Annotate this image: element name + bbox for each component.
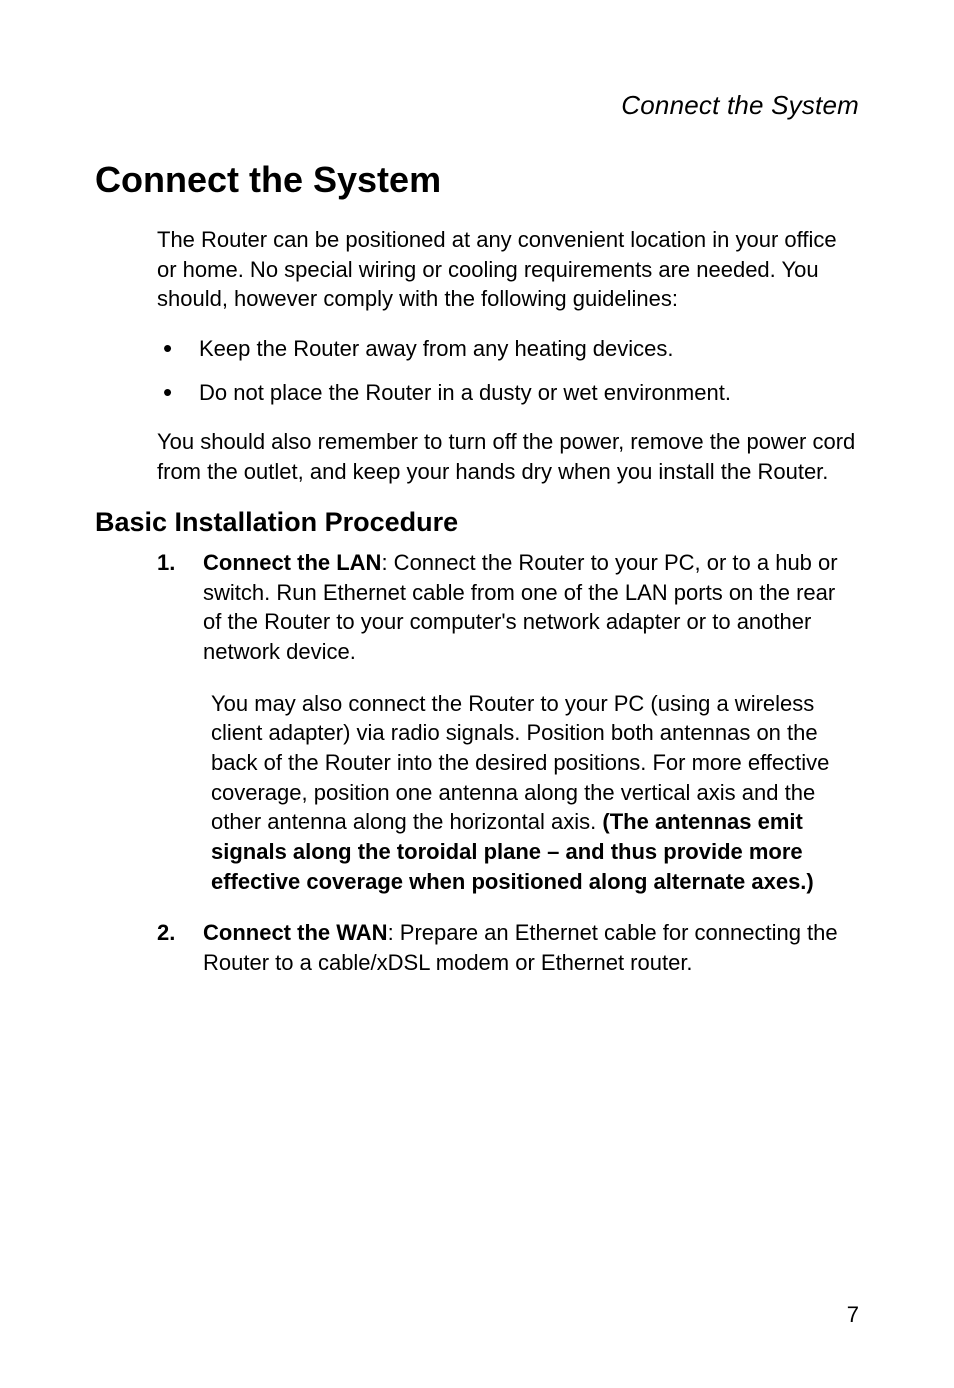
intro-paragraph: The Router can be positioned at any conv…	[157, 225, 859, 314]
steps-block: 1. Connect the LAN: Connect the Router t…	[157, 548, 859, 978]
installation-steps: 1. Connect the LAN: Connect the Router t…	[157, 548, 859, 978]
step-lead: Connect the LAN	[203, 550, 381, 575]
post-bullets-paragraph: You should also remember to turn off the…	[157, 427, 859, 486]
running-head: Connect the System	[95, 90, 859, 121]
intro-block: The Router can be positioned at any conv…	[157, 225, 859, 487]
step-sub: You may also connect the Router to your …	[211, 689, 859, 897]
list-item: 1. Connect the LAN: Connect the Router t…	[157, 548, 859, 897]
page-number: 7	[847, 1302, 859, 1328]
page: Connect the System Connect the System Th…	[0, 0, 954, 1388]
step-number: 1.	[157, 548, 175, 578]
list-item: 2. Connect the WAN: Prepare an Ethernet …	[157, 918, 859, 977]
page-title: Connect the System	[95, 159, 859, 201]
list-item: Do not place the Router in a dusty or we…	[157, 378, 859, 408]
step-lead: Connect the WAN	[203, 920, 388, 945]
guideline-bullets: Keep the Router away from any heating de…	[157, 334, 859, 407]
step-number: 2.	[157, 918, 175, 948]
section-heading: Basic Installation Procedure	[95, 507, 859, 538]
list-item: Keep the Router away from any heating de…	[157, 334, 859, 364]
